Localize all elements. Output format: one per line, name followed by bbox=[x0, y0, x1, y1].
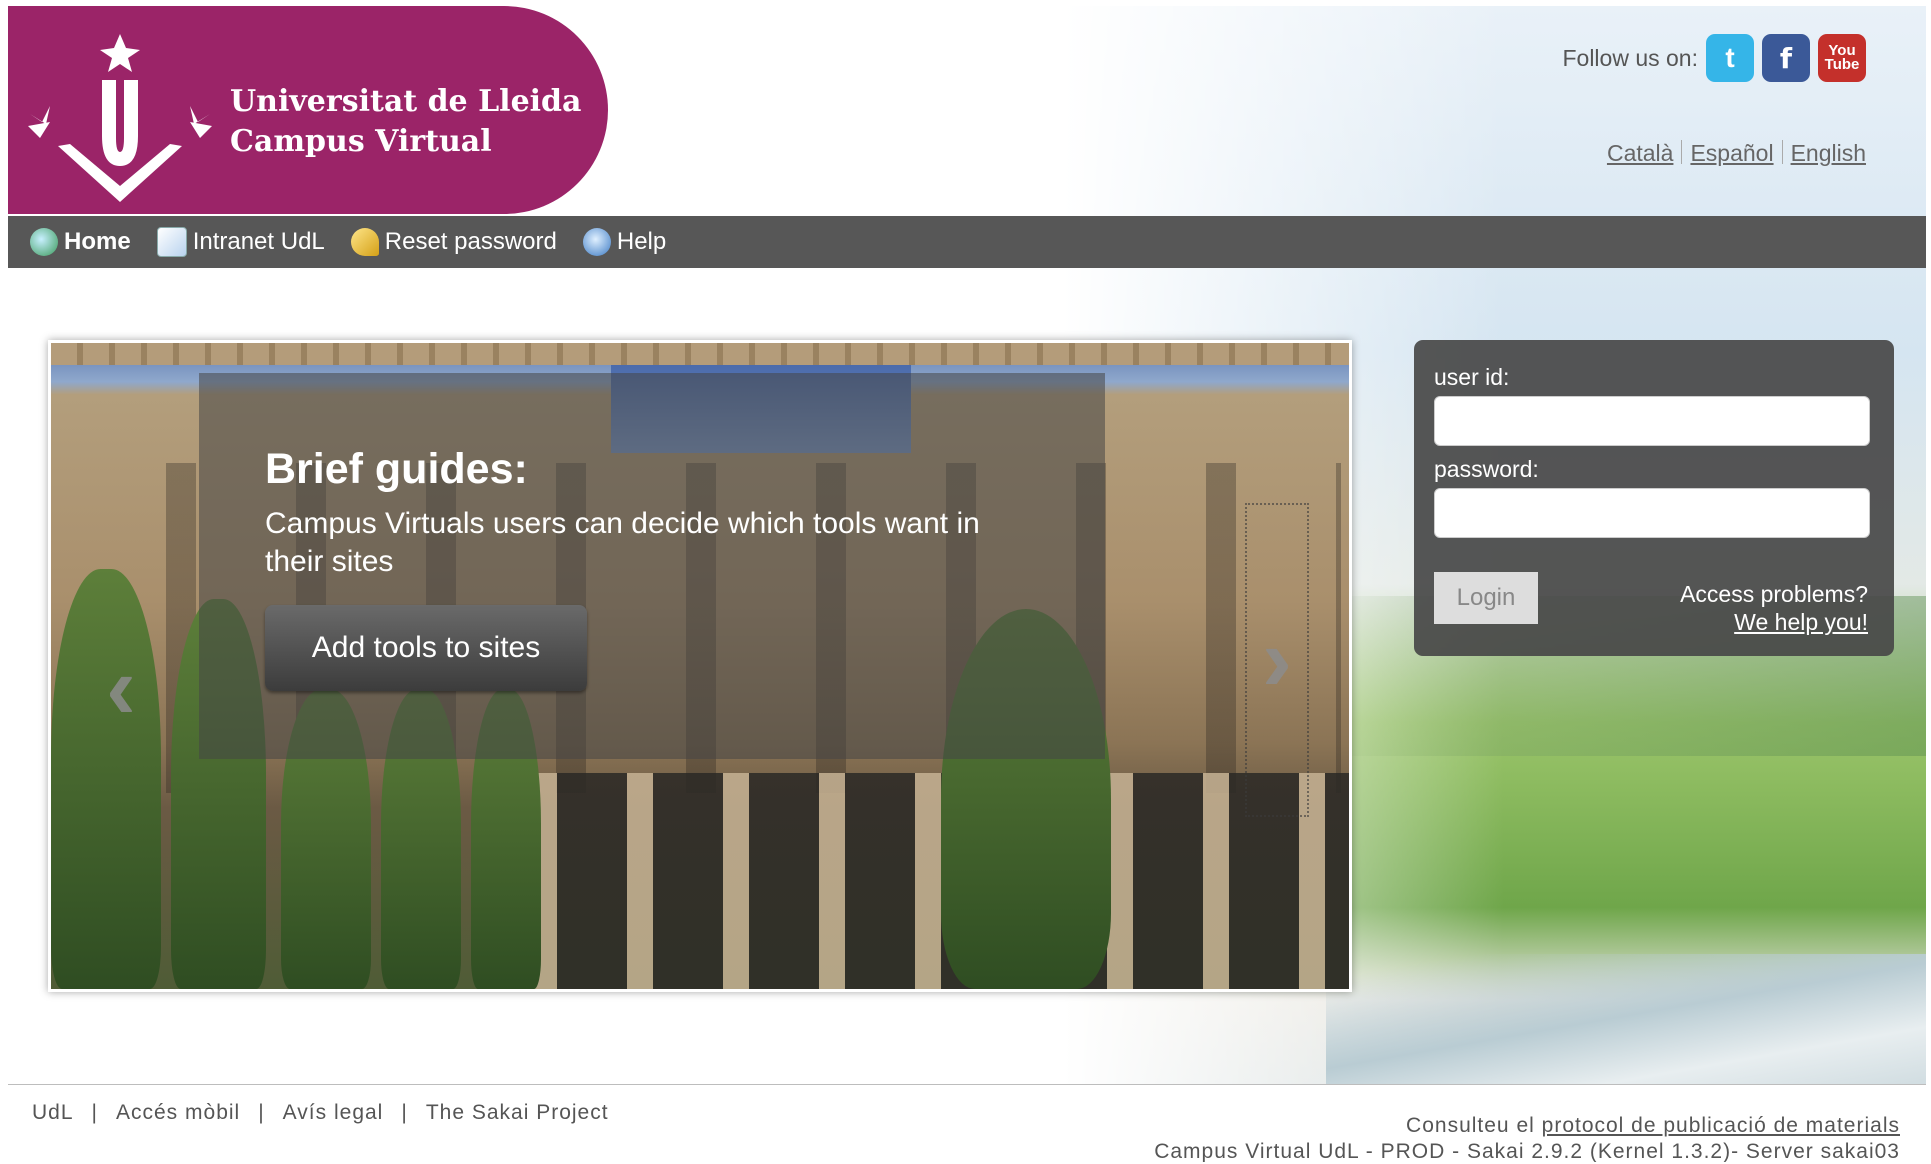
background-river bbox=[1326, 954, 1926, 1104]
university-logo-banner[interactable]: Universitat de Lleida Campus Virtual bbox=[8, 6, 608, 214]
nav-label: Help bbox=[616, 228, 667, 255]
social-links: Follow us on: t f You Tube bbox=[1562, 34, 1866, 82]
page: Universitat de Lleida Campus Virtual Fol… bbox=[8, 6, 1926, 1162]
logo-subtitle: Campus Virtual bbox=[230, 124, 492, 159]
footer-link-mobile[interactable]: Accés mòbil bbox=[116, 1101, 240, 1125]
nav-label: Home bbox=[64, 228, 131, 255]
twitter-icon[interactable]: t bbox=[1706, 34, 1754, 82]
server-info: Campus Virtual UdL - PROD - Sakai 2.9.2 … bbox=[1154, 1140, 1900, 1162]
language-english-link[interactable]: English bbox=[1791, 140, 1866, 167]
footer-divider: | bbox=[91, 1101, 98, 1124]
nav-item-help[interactable]: Help bbox=[582, 228, 667, 256]
footer-links: UdL | Accés mòbil | Avís legal | The Sak… bbox=[32, 1101, 609, 1125]
nav-item-home[interactable]: Home bbox=[30, 228, 131, 256]
help-icon bbox=[582, 228, 611, 256]
footer-info: Consulteu el protocol de publicació de m… bbox=[1154, 1113, 1900, 1162]
add-tools-button[interactable]: Add tools to sites bbox=[265, 605, 587, 691]
key-icon bbox=[350, 228, 379, 256]
nav-label: Reset password bbox=[384, 228, 557, 255]
footer-link-udl[interactable]: UdL bbox=[32, 1101, 74, 1125]
password-input[interactable] bbox=[1434, 488, 1870, 538]
logo-text: Universitat de Lleida Campus Virtual bbox=[230, 82, 581, 162]
protocol-link[interactable]: protocol de publicació de materials bbox=[1542, 1114, 1900, 1137]
slide-title: Brief guides: bbox=[265, 445, 528, 493]
footer-divider: | bbox=[401, 1101, 408, 1124]
language-selector: Català Español English bbox=[1607, 140, 1866, 167]
udl-logo-icon bbox=[28, 34, 212, 202]
access-problems: Access problems? We help you! bbox=[1680, 580, 1868, 636]
footer-link-legal[interactable]: Avís legal bbox=[283, 1101, 384, 1125]
youtube-icon[interactable]: You Tube bbox=[1818, 34, 1866, 82]
userid-input[interactable] bbox=[1434, 396, 1870, 446]
language-espanol-link[interactable]: Español bbox=[1690, 140, 1773, 167]
slide-description: Campus Virtuals users can decide which t… bbox=[265, 507, 980, 578]
nav-item-intranet[interactable]: Intranet UdL bbox=[156, 227, 325, 257]
language-catala-link[interactable]: Català bbox=[1607, 140, 1673, 167]
cypress-tree bbox=[51, 569, 161, 989]
help-link[interactable]: We help you! bbox=[1734, 609, 1868, 635]
login-panel: user id: password: Login Access problems… bbox=[1414, 340, 1894, 656]
userid-label: user id: bbox=[1434, 364, 1510, 390]
document-icon bbox=[156, 227, 187, 257]
carousel-next-arrow[interactable]: › bbox=[1245, 503, 1309, 817]
footer-link-sakai[interactable]: The Sakai Project bbox=[426, 1101, 609, 1125]
main-nav: Home Intranet UdL Reset password Help bbox=[8, 216, 1926, 268]
carousel-prev-arrow[interactable]: ‹ bbox=[91, 633, 151, 743]
language-divider bbox=[1781, 140, 1783, 164]
header: Universitat de Lleida Campus Virtual Fol… bbox=[8, 6, 1926, 216]
building-roofline bbox=[51, 343, 1349, 365]
password-label: password: bbox=[1434, 456, 1539, 482]
nav-item-reset-password[interactable]: Reset password bbox=[350, 228, 557, 256]
home-icon bbox=[30, 228, 58, 256]
login-button[interactable]: Login bbox=[1434, 572, 1538, 624]
footer: UdL | Accés mòbil | Avís legal | The Sak… bbox=[8, 1084, 1926, 1162]
follow-label: Follow us on: bbox=[1562, 44, 1698, 71]
protocol-line: Consulteu el protocol de publicació de m… bbox=[1154, 1113, 1900, 1139]
nav-label: Intranet UdL bbox=[192, 228, 325, 255]
logo-title: Universitat de Lleida bbox=[230, 84, 582, 119]
language-divider bbox=[1681, 140, 1683, 164]
slide-caption-panel: Brief guides: Campus Virtuals users can … bbox=[199, 373, 1105, 759]
footer-divider: | bbox=[258, 1101, 265, 1124]
facebook-icon[interactable]: f bbox=[1762, 34, 1810, 82]
access-problems-text: Access problems? bbox=[1680, 581, 1868, 607]
image-carousel: Brief guides: Campus Virtuals users can … bbox=[48, 340, 1352, 992]
protocol-prefix: Consulteu el bbox=[1406, 1114, 1535, 1137]
